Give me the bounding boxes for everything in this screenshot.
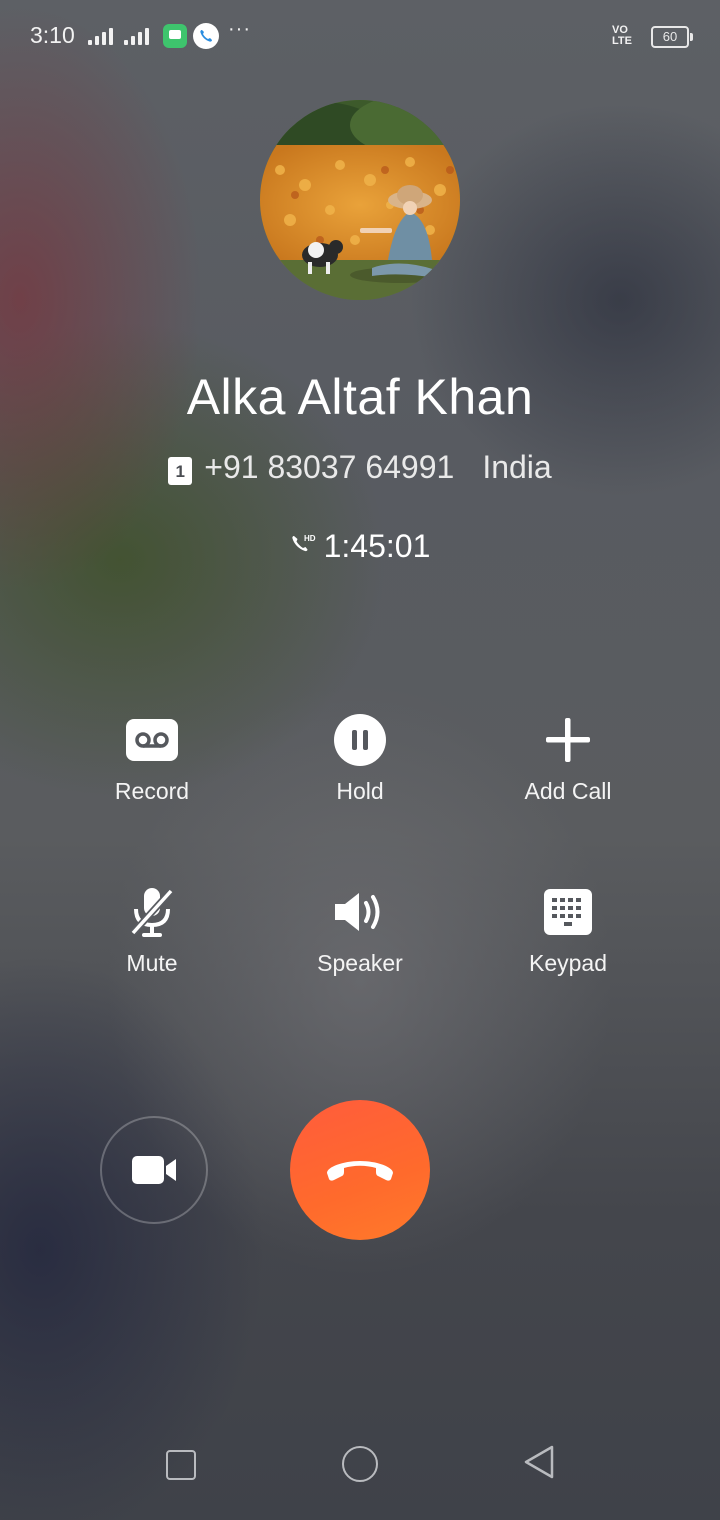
speaker-icon <box>335 893 380 931</box>
keypad-label: Keypad <box>528 950 607 976</box>
speaker-label: Speaker <box>317 950 403 976</box>
caller-country: India <box>482 449 552 485</box>
signal-sim1-icon <box>88 27 113 45</box>
keypad-button[interactable]: Keypad <box>468 884 668 977</box>
signal-sim2-icon <box>124 27 149 45</box>
more-notifications-icon: ··· <box>228 18 251 40</box>
sim-slot-badge: 1 <box>168 456 193 485</box>
mute-label: Mute <box>126 950 178 976</box>
microphone-off-icon <box>130 888 174 937</box>
speaker-button[interactable]: Speaker <box>260 884 460 977</box>
keypad-icon <box>544 889 592 935</box>
back-button[interactable] <box>522 1444 556 1485</box>
status-time: 3:10 <box>30 22 75 48</box>
navigation-bar <box>0 1420 720 1520</box>
caller-number: +91 83037 64991 <box>204 449 455 485</box>
call-duration-line: HD 1:45:01 <box>0 528 720 565</box>
message-notification-icon <box>163 24 187 48</box>
hold-label: Hold <box>336 778 384 804</box>
video-camera-icon <box>132 1156 176 1184</box>
add-call-button[interactable]: Add Call <box>468 712 668 805</box>
battery-indicator: 60 <box>651 26 693 48</box>
end-call-button[interactable] <box>290 1100 430 1240</box>
end-call-icon <box>327 1161 393 1181</box>
add-call-label: Add Call <box>524 778 612 804</box>
recent-apps-button[interactable] <box>166 1450 196 1480</box>
mute-button[interactable]: Mute <box>52 884 252 977</box>
ongoing-call-notification-icon <box>193 23 219 49</box>
back-triangle-icon <box>524 1445 554 1479</box>
caller-number-line: 1 +91 83037 64991 India <box>0 449 720 486</box>
status-bar: 3:10 ··· VO LTE 60 <box>0 0 720 72</box>
caller-avatar <box>260 100 460 300</box>
record-icon <box>126 719 178 761</box>
record-button[interactable]: Record <box>52 712 252 805</box>
video-call-button[interactable] <box>100 1116 208 1224</box>
call-duration: 1:45:01 <box>323 528 431 564</box>
pause-icon <box>334 714 386 766</box>
home-button[interactable] <box>342 1446 378 1482</box>
svg-text:HD: HD <box>304 534 316 543</box>
battery-level: 60 <box>662 29 678 44</box>
caller-name: Alka Altaf Khan <box>186 369 534 425</box>
volte-indicator: VO LTE <box>612 24 632 47</box>
hold-button[interactable]: Hold <box>260 712 460 805</box>
hd-call-icon: HD <box>290 528 316 565</box>
record-label: Record <box>114 778 190 804</box>
plus-icon <box>546 718 590 762</box>
